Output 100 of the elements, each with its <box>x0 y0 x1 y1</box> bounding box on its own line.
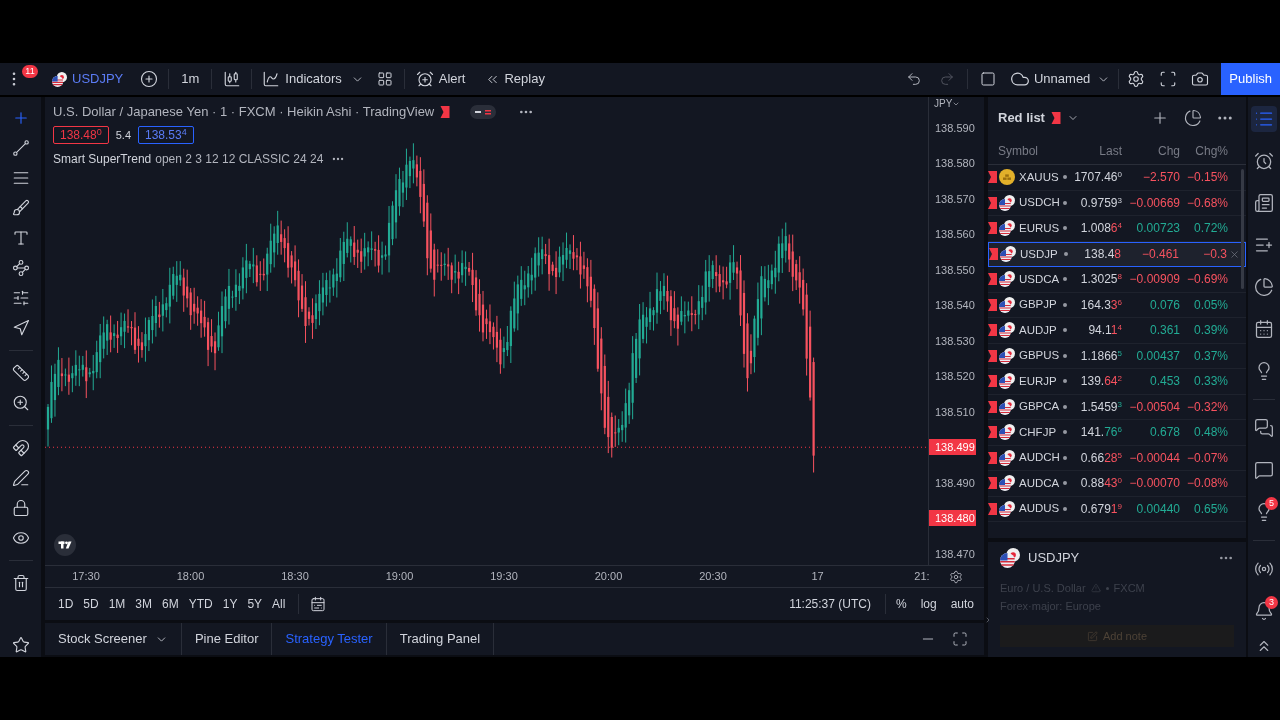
scale-button[interactable]: auto <box>946 593 978 615</box>
range-button[interactable]: All <box>267 593 291 615</box>
change-value: −0.00070 <box>1129 475 1180 493</box>
magnet-icon[interactable] <box>11 439 30 457</box>
bell-icon[interactable] <box>1254 601 1274 621</box>
camera-icon[interactable] <box>1191 70 1210 88</box>
ask-price[interactable]: 138.53$^{4}$ <box>138 126 194 144</box>
watchlist-row[interactable]: GBPUS 1.1866$^{5}$ 0.00437 0.37% <box>988 343 1246 369</box>
pattern-icon[interactable] <box>11 259 30 277</box>
range-button[interactable]: 5Y <box>242 593 268 615</box>
sliders-icon[interactable] <box>11 289 30 307</box>
range-button[interactable]: 1D <box>53 593 79 615</box>
range-button[interactable]: 6M <box>157 593 184 615</box>
range-button[interactable]: 1M <box>103 593 131 615</box>
fullscreen-icon[interactable] <box>1159 70 1178 88</box>
calendar-icon[interactable] <box>1254 319 1274 339</box>
settings-icon[interactable] <box>1127 70 1146 88</box>
ruler-icon[interactable] <box>11 364 30 382</box>
column-header[interactable]: Chg <box>1158 142 1180 160</box>
pie-chart-icon[interactable] <box>1184 108 1202 127</box>
watchlist-row[interactable]: XAUUS 1707.46$^{0}$ −2.570 −0.15% <box>988 165 1246 191</box>
publish-button[interactable]: Publish <box>1221 63 1280 95</box>
watchlist-title[interactable]: Red list <box>998 107 1079 128</box>
flag-icon <box>989 248 998 261</box>
lock-icon[interactable] <box>11 499 30 517</box>
column-header[interactable]: Symbol <box>998 142 1038 160</box>
bid-price[interactable]: 138.48$^{0}$ <box>53 126 109 144</box>
undo-icon[interactable] <box>906 71 922 87</box>
scrollbar[interactable] <box>1241 169 1244 289</box>
newspaper-icon[interactable] <box>1254 193 1274 213</box>
price-label: 138.560 <box>935 227 975 242</box>
flag-icon <box>988 349 997 362</box>
logo-icon[interactable] <box>54 534 76 556</box>
watchlist-row[interactable]: AUDUS 0.6791$^{9}$ 0.00440 0.65% <box>988 496 1246 522</box>
lines-icon[interactable] <box>11 169 30 187</box>
panel-tab[interactable]: Stock Screener <box>45 623 182 655</box>
clock-text[interactable]: 11:25:37 (UTC) <box>789 595 871 613</box>
price-label: 138.490 <box>935 475 975 491</box>
watchlist-row[interactable]: AUDCH 0.6628$^{5}$ −0.00044 −0.07% <box>988 445 1246 471</box>
add-icon[interactable] <box>140 70 159 88</box>
panel-tab[interactable]: Strategy Tester <box>272 623 387 655</box>
toggle-icon[interactable] <box>470 105 497 119</box>
change-percent: −0.3 <box>1203 246 1227 264</box>
grid-icon[interactable] <box>376 71 393 87</box>
range-button[interactable]: YTD <box>183 593 218 615</box>
scale-button[interactable]: % <box>891 593 911 615</box>
watchlist-row[interactable]: AUDJP 94.11$^{4}$ 0.361 0.39% <box>988 318 1246 344</box>
layout-button[interactable]: Unnamed <box>1010 69 1091 89</box>
interval-button[interactable]: 1m <box>181 69 200 89</box>
notification-count: 5 <box>1265 497 1278 510</box>
settings-icon[interactable] <box>949 569 963 584</box>
brush-icon[interactable] <box>11 199 30 217</box>
panel-tab[interactable]: Pine Editor <box>181 623 273 655</box>
calendar-icon[interactable] <box>310 596 327 612</box>
watchlist-row[interactable]: USDJP 138.48 −0.461 −0.3 <box>988 241 1246 267</box>
collapse-icon[interactable] <box>984 616 992 624</box>
eye-icon[interactable] <box>11 529 30 547</box>
symbol-button[interactable]: USDJPY <box>52 69 124 89</box>
price-label: 138.530 <box>935 333 975 349</box>
symbol-label: EURUS <box>1019 220 1060 236</box>
price-axis[interactable]: JPY 138.590 138.580 138.570 138.560 138.550 138.540 138.530 138.520 138.510 138.499 138.490 138.480 138.470 <box>928 97 984 565</box>
chat-bubble-icon[interactable] <box>1254 460 1274 480</box>
list-icon[interactable] <box>1251 106 1277 132</box>
square-icon[interactable] <box>980 71 996 87</box>
change-percent: 0.39% <box>1193 322 1228 340</box>
currency-button[interactable]: JPY <box>934 98 961 110</box>
trend-line-icon[interactable] <box>11 139 30 157</box>
pie-chart-icon[interactable] <box>1254 277 1274 297</box>
remove-icon[interactable] <box>1229 248 1240 260</box>
range-button[interactable]: 1Y <box>217 593 243 615</box>
change-percent: −0.07% <box>1186 449 1228 467</box>
watchlist-row[interactable]: GBPCA 1.5459$^{3}$ −0.00504 −0.32% <box>988 394 1246 420</box>
scale-button[interactable]: log <box>916 593 941 615</box>
replay-button[interactable]: Replay <box>485 69 545 89</box>
change-value: 0.361 <box>1149 322 1180 340</box>
column-header[interactable]: Chg% <box>1195 142 1228 160</box>
panel-tab[interactable]: Trading Panel <box>386 623 495 655</box>
watchlist-row[interactable]: GBPJP 164.33$^{6}$ 0.076 0.05% <box>988 292 1246 318</box>
text-tool-icon[interactable] <box>11 229 30 247</box>
change-value: −0.00504 <box>1129 398 1180 416</box>
indicators-button[interactable]: Indicators <box>262 69 342 89</box>
arrow-icon[interactable] <box>11 319 30 337</box>
star-icon[interactable] <box>11 636 30 654</box>
watchlist-row[interactable]: EURJP 139.64$^{2}$ 0.453 0.33% <box>988 369 1246 395</box>
zoom-in-icon[interactable] <box>11 394 30 412</box>
alert-button[interactable]: Alert <box>415 69 466 89</box>
range-button[interactable]: 5D <box>78 593 104 615</box>
column-header[interactable]: Last <box>1099 142 1122 160</box>
last-price: 1.1866$^{5}$ <box>1080 347 1122 365</box>
watchlist-row[interactable]: AUDCA 0.8843$^{0}$ −0.00070 −0.08% <box>988 471 1246 497</box>
trash-icon[interactable] <box>11 574 30 592</box>
pencil-icon[interactable] <box>11 469 30 487</box>
symbol-title: USDJPY <box>1028 549 1080 568</box>
alarm-clock-icon[interactable] <box>1254 151 1274 171</box>
watchlist-row[interactable]: CHFJP 141.76$^{6}$ 0.678 0.48% <box>988 420 1246 446</box>
candlestick-icon[interactable] <box>223 70 242 88</box>
chat-bubbles-icon[interactable] <box>1254 418 1274 438</box>
price-label: 138.570 <box>935 191 975 207</box>
range-button[interactable]: 3M <box>130 593 158 615</box>
maximize-icon[interactable] <box>952 631 968 647</box>
